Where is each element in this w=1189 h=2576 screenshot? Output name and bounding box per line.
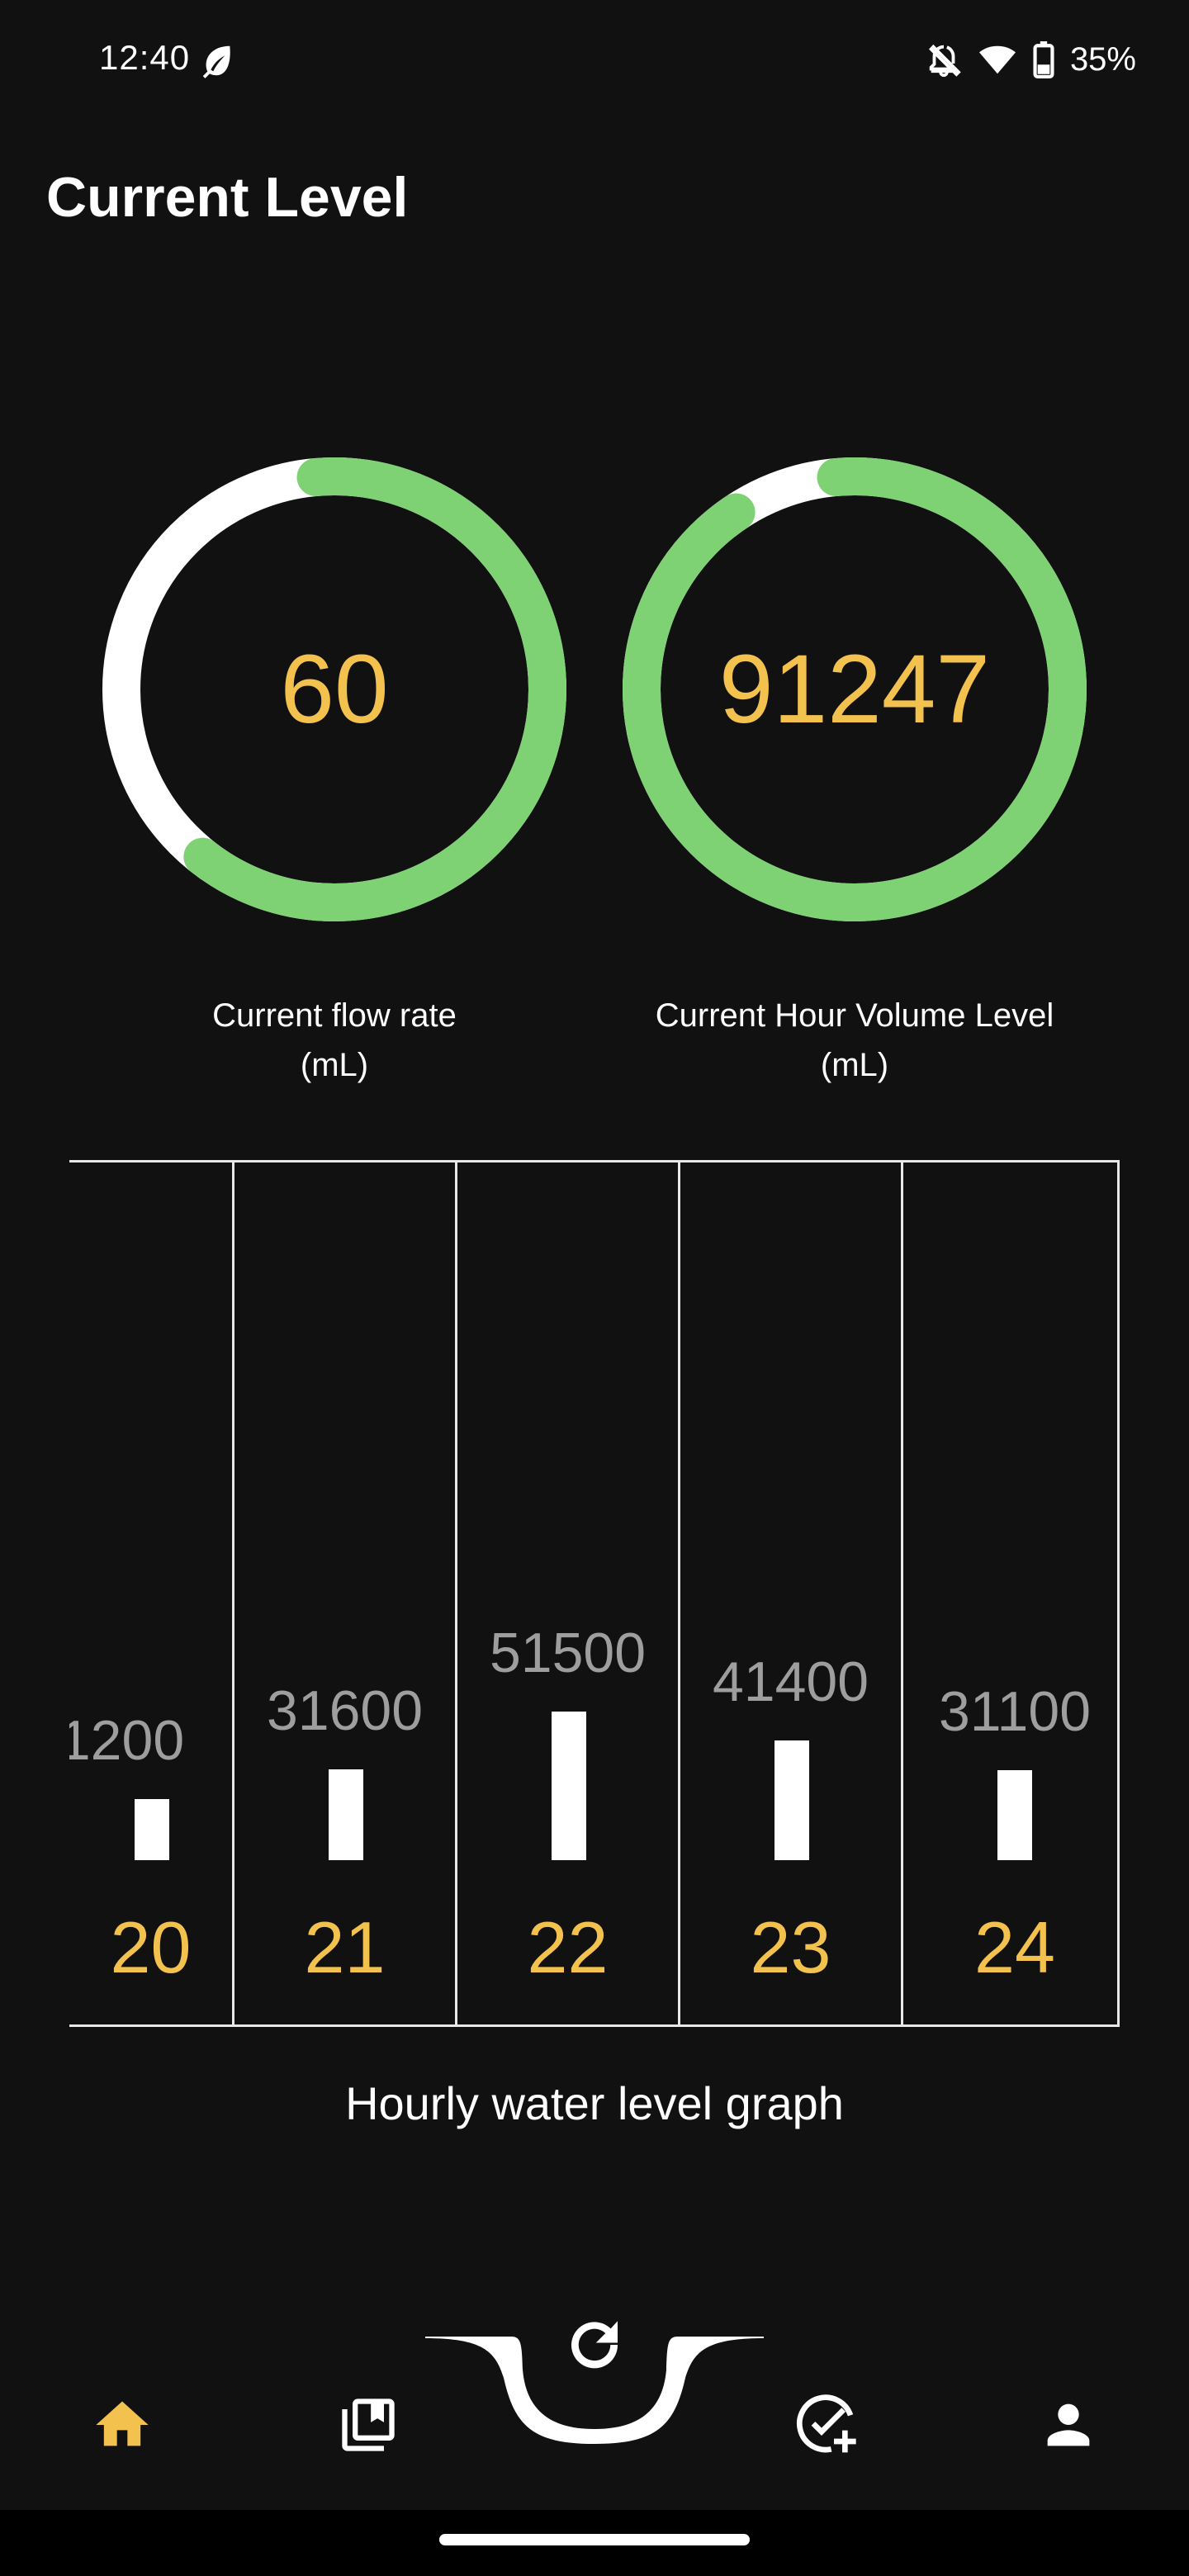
hour-volume-value: 91247	[718, 635, 991, 744]
refresh-button[interactable]	[545, 2295, 644, 2394]
column-hour: 23	[750, 1906, 831, 1988]
status-time: 12:40	[99, 38, 191, 77]
hour-volume-label-text: Current Hour Volume Level	[655, 997, 1054, 1034]
flow-rate-label: Current flow rate (mL)	[87, 991, 582, 1090]
battery-percentage: 35%	[1069, 40, 1136, 78]
home-icon	[96, 2401, 149, 2446]
column-hour: 20	[110, 1906, 192, 1988]
column-value: 31600	[266, 1679, 424, 1742]
column-hour: 22	[527, 1906, 609, 1988]
flow-rate-value: 60	[280, 635, 389, 744]
battery-icon	[1033, 41, 1054, 78]
column-value: 31100	[938, 1680, 1092, 1743]
column-bar	[997, 1770, 1032, 1860]
column-hour: 21	[304, 1906, 386, 1988]
graph-caption: Hourly water level graph	[345, 2077, 844, 2129]
home-gesture-handle[interactable]	[439, 2534, 750, 2545]
column-value: 41400	[712, 1650, 869, 1713]
graph-column-20[interactable]: 1200 20	[69, 1163, 234, 2024]
column-value: 51500	[489, 1622, 647, 1684]
leaf-icon	[202, 45, 230, 78]
person-icon	[1047, 2403, 1090, 2446]
hour-volume-unit: (mL)	[820, 1047, 889, 1083]
hourly-graph[interactable]: 1200 20 31600 21 51500 22 41400 23 31100…	[69, 1160, 1120, 2027]
column-bar	[552, 1712, 586, 1860]
graph-column-22[interactable]: 51500 22	[457, 1163, 680, 2024]
page-title: Current Level	[46, 166, 409, 229]
refresh-icon	[571, 2321, 618, 2369]
column-bar	[329, 1769, 363, 1860]
library-icon	[342, 2398, 395, 2451]
wifi-icon	[978, 45, 1016, 74]
nav-profile[interactable]	[1019, 2375, 1118, 2474]
hour-volume-gauge: 91247	[619, 454, 1090, 925]
status-bar: 12:40 35%	[0, 0, 1189, 124]
nav-add-task[interactable]	[776, 2375, 875, 2474]
mute-icon	[928, 44, 961, 78]
column-bar	[135, 1799, 169, 1860]
task-add-icon	[797, 2394, 856, 2453]
graph-column-21[interactable]: 31600 21	[234, 1163, 457, 2024]
graph-column-23[interactable]: 41400 23	[680, 1163, 903, 2024]
column-bar	[775, 1740, 809, 1860]
nav-library[interactable]	[319, 2375, 418, 2474]
nav-home[interactable]	[73, 2375, 172, 2474]
status-icons: 35%	[925, 38, 1136, 81]
flow-rate-gauge: 60	[99, 454, 570, 925]
flow-rate-label-text: Current flow rate	[212, 997, 457, 1034]
flow-rate-unit: (mL)	[300, 1047, 369, 1083]
graph-column-24[interactable]: 31100 24	[903, 1163, 1117, 2024]
column-value: 1200	[69, 1709, 185, 1772]
hour-volume-label: Current Hour Volume Level (mL)	[607, 991, 1102, 1090]
column-hour: 24	[974, 1906, 1055, 1988]
